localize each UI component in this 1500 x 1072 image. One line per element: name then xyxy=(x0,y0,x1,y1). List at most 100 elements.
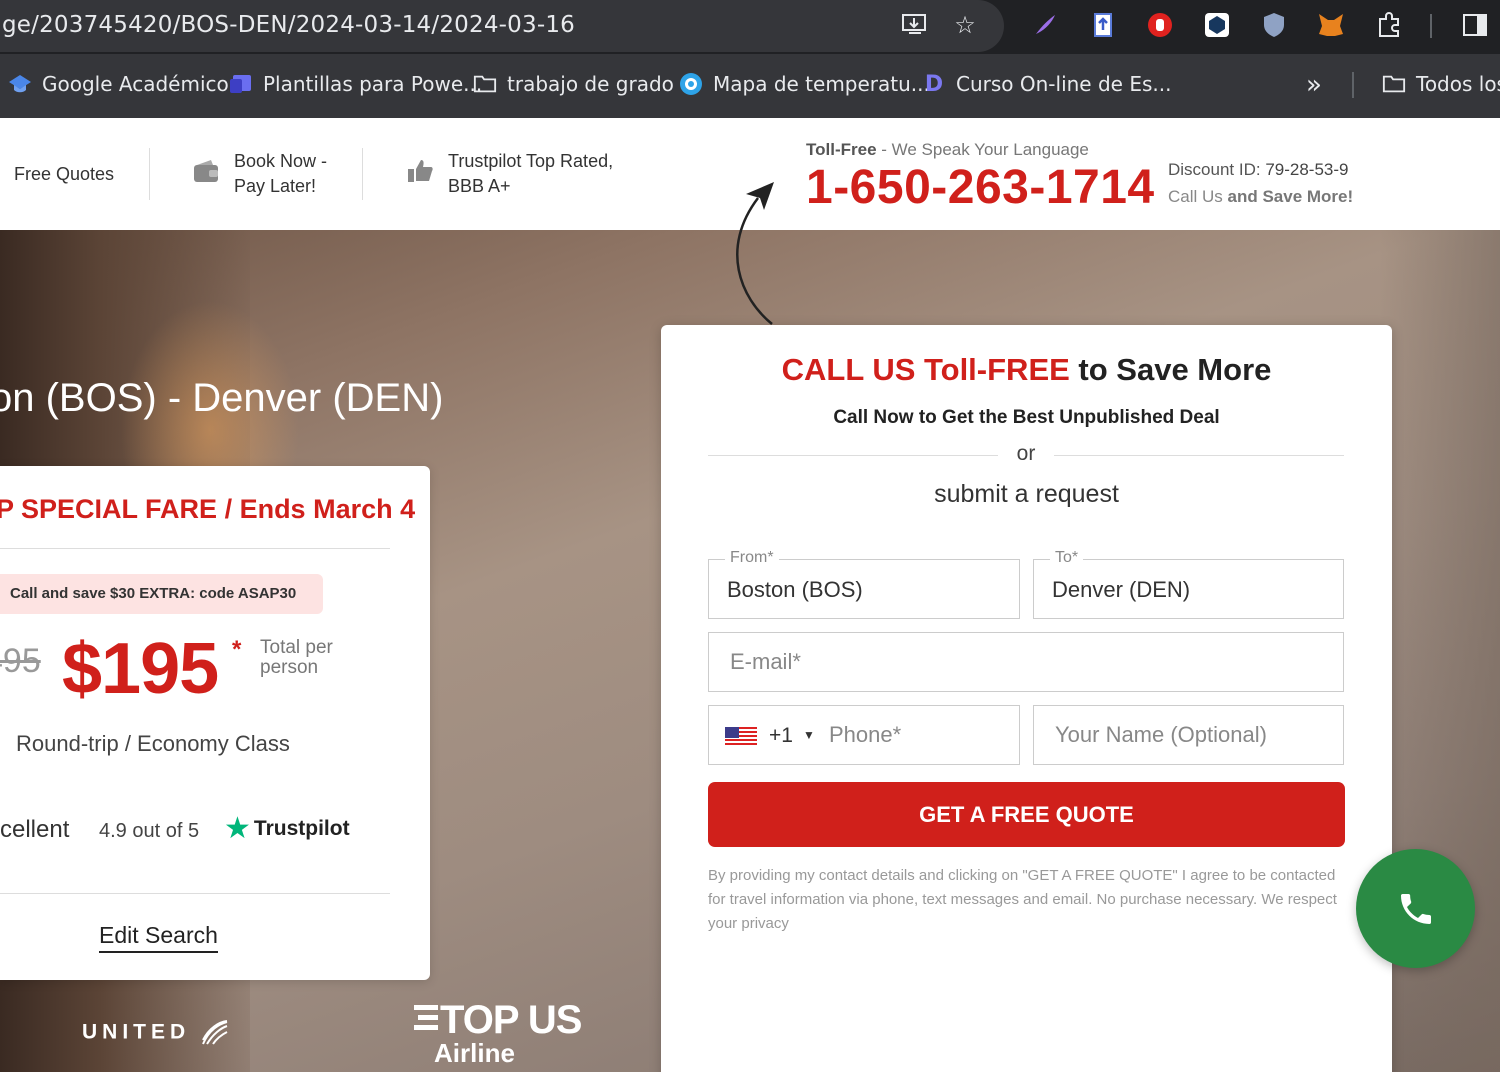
trustpilot-label: Trustpilot xyxy=(253,817,350,840)
route-title: on (BOS) - Denver (DEN) xyxy=(0,376,444,420)
folder-icon xyxy=(1382,72,1406,96)
quote-form-card xyxy=(661,325,1392,1072)
top-us-text: TOP US xyxy=(440,998,582,1042)
map-icon xyxy=(679,72,703,96)
discount-value: 79-28-53-9 xyxy=(1265,160,1349,179)
call-save-bold: and Save More! xyxy=(1227,187,1354,206)
united-globe-icon xyxy=(202,1020,228,1045)
shield-extension-icon[interactable] xyxy=(1259,10,1289,40)
discount-label: Discount ID: xyxy=(1168,160,1266,179)
to-field[interactable]: To* Denver (DEN) xyxy=(1033,549,1344,619)
all-bookmarks-button[interactable]: Todos los xyxy=(1382,72,1500,96)
star-icon: ★ xyxy=(224,812,251,845)
get-free-quote-button[interactable]: GET A FREE QUOTE xyxy=(708,782,1345,847)
old-price: 495 xyxy=(0,642,41,680)
bookmark-trabajo-de-grado[interactable]: trabajo de grado xyxy=(473,72,674,96)
bookmark-mapa-de-temperatura[interactable]: Mapa de temperatu... xyxy=(679,72,930,96)
feature-free-quotes: Free Quotes xyxy=(14,162,114,187)
form-heading-rest: to Save More xyxy=(1069,352,1272,387)
promo-badge: Call and save $30 EXTRA: code ASAP30 xyxy=(0,574,323,614)
call-save-caption: Call Us and Save More! xyxy=(1168,187,1353,207)
country-code[interactable]: +1 xyxy=(769,724,793,748)
upload-extension-icon[interactable] xyxy=(1088,10,1118,40)
feature-book-now: Book Now - Pay Later! xyxy=(192,149,327,199)
phone-input[interactable] xyxy=(809,706,1019,764)
curved-arrow-icon xyxy=(736,182,774,325)
call-button[interactable] xyxy=(1356,849,1475,968)
feather-extension-icon[interactable] xyxy=(1030,10,1060,40)
feature-label: BBB A+ xyxy=(448,176,511,196)
from-label: From* xyxy=(725,549,779,567)
folder-icon xyxy=(473,72,497,96)
united-logo: UNITED xyxy=(82,1020,229,1046)
extensions-puzzle-icon[interactable] xyxy=(1374,10,1404,40)
discount-id: Discount ID: 79-28-53-9 xyxy=(1168,160,1348,180)
url-text[interactable]: ge/203745420/BOS-DEN/2024-03-14/2024-03-… xyxy=(2,12,575,38)
address-bar[interactable]: ge/203745420/BOS-DEN/2024-03-14/2024-03-… xyxy=(0,0,1004,52)
top-us-airline-logo: TOP US xyxy=(414,998,582,1043)
or-text: or xyxy=(1016,442,1036,465)
fox-extension-icon[interactable] xyxy=(1316,10,1346,40)
bookmark-label: Curso On-line de Es... xyxy=(956,72,1172,96)
privacy-link[interactable]: privacy xyxy=(741,915,789,932)
form-subheading: Call Now to Get the Best Unpublished Dea… xyxy=(833,407,1220,428)
call-save-prefix: Call Us xyxy=(1168,187,1228,206)
trip-type: Round-trip / Economy Class xyxy=(16,731,290,756)
bookmark-plantillas[interactable]: Plantillas para Powe... xyxy=(229,72,482,96)
cube-extension-icon[interactable] xyxy=(1202,10,1232,40)
rating-score: 4.9 out of 5 xyxy=(99,820,200,842)
tollfree-caption: Toll-Free - We Speak Your Language xyxy=(806,140,1089,160)
feature-trustpilot: Trustpilot Top Rated, BBB A+ xyxy=(406,149,613,199)
to-value[interactable]: Denver (DEN) xyxy=(1052,577,1190,603)
tollfree-label: Toll-Free xyxy=(806,140,877,159)
trustpilot-logo[interactable]: ★ Trustpilot xyxy=(224,814,350,844)
special-fare-heading: P SPECIAL FARE / Ends March 4 xyxy=(0,494,416,524)
bookmark-curso-online[interactable]: D Curso On-line de Es... xyxy=(922,71,1172,97)
to-label: To* xyxy=(1050,549,1084,567)
header-divider xyxy=(362,148,363,200)
price-asterisk: * xyxy=(232,636,242,663)
card-divider xyxy=(0,548,390,549)
star-bookmark-icon[interactable]: ☆ xyxy=(950,10,980,40)
template-icon xyxy=(229,72,253,96)
phone-field[interactable]: +1 ▼ xyxy=(708,705,1020,765)
fare-card xyxy=(0,466,430,980)
or-divider-left xyxy=(708,455,998,456)
name-input[interactable] xyxy=(1034,706,1343,764)
chevron-double-right-icon: » xyxy=(1306,70,1322,100)
feature-label: Pay Later! xyxy=(234,176,317,196)
bookmark-label: Google Académico xyxy=(42,72,229,96)
header-divider xyxy=(149,148,150,200)
name-field[interactable] xyxy=(1033,705,1344,765)
email-field[interactable] xyxy=(708,632,1344,692)
card-divider xyxy=(0,893,390,894)
form-heading-red: CALL US Toll-FREE xyxy=(781,352,1070,387)
phone-number-link[interactable]: 1-650-263-1714 xyxy=(806,160,1155,215)
install-app-icon[interactable] xyxy=(900,10,930,40)
united-logo-text: UNITED xyxy=(82,1020,191,1044)
scholar-icon xyxy=(8,72,32,96)
fare-price: $195 xyxy=(62,629,219,709)
per-person-label: Total per person xyxy=(260,637,333,678)
edit-search-link[interactable]: Edit Search xyxy=(99,922,218,953)
more-bookmarks-button[interactable]: » xyxy=(1306,70,1322,100)
thumbs-up-icon xyxy=(406,158,434,191)
us-flag-icon[interactable] xyxy=(725,727,757,747)
bookmarks-divider xyxy=(1352,72,1354,98)
tollfree-tagline: - We Speak Your Language xyxy=(876,140,1089,159)
from-field[interactable]: From* Boston (BOS) xyxy=(708,549,1020,619)
d-icon: D xyxy=(924,71,944,97)
adblock-extension-icon[interactable] xyxy=(1145,10,1175,40)
side-panel-icon[interactable] xyxy=(1460,10,1490,40)
form-heading: CALL US Toll-FREE to Save More xyxy=(661,352,1392,388)
from-value[interactable]: Boston (BOS) xyxy=(727,577,863,603)
email-input[interactable] xyxy=(709,633,1343,691)
feature-label: Free Quotes xyxy=(14,164,115,184)
bookmark-label: Plantillas para Powe... xyxy=(263,72,483,96)
bookmark-google-academico[interactable]: Google Académico xyxy=(8,72,229,96)
toolbar-divider xyxy=(1430,14,1432,38)
airline-logo-text: Airline xyxy=(434,1038,515,1068)
form-disclaimer: By providing my contact details and clic… xyxy=(708,864,1338,936)
feature-label: Trustpilot Top Rated, xyxy=(448,151,614,171)
top-us-stripes-icon xyxy=(414,1005,438,1030)
